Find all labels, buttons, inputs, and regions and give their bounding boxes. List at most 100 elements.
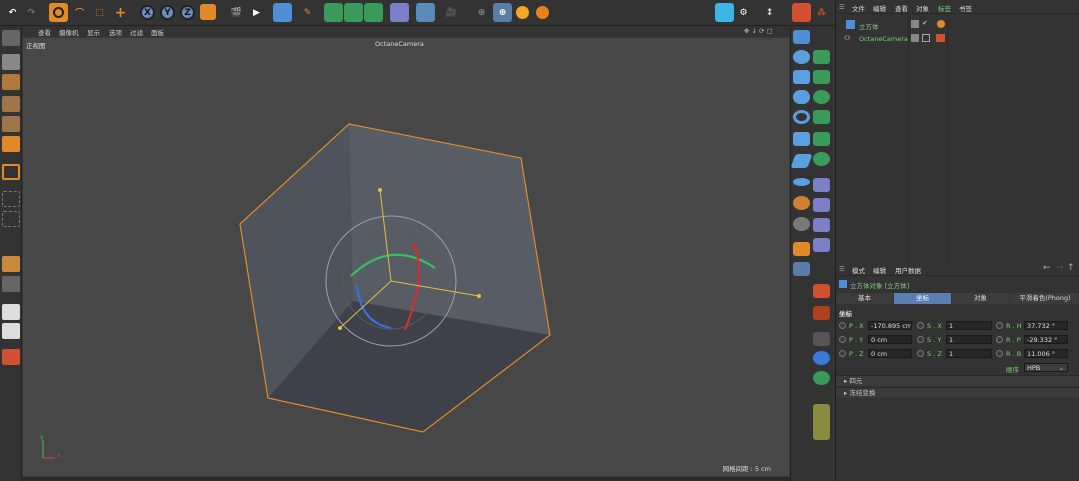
cube-object-icon[interactable] [793, 30, 810, 44]
cone-object-icon[interactable] [813, 50, 830, 64]
figure-object-icon[interactable] [813, 132, 830, 146]
visibility-icon[interactable] [911, 20, 919, 28]
py-field[interactable]: 0 cm [868, 335, 912, 344]
visibility-icon[interactable] [911, 34, 919, 42]
px-field[interactable]: -170.895 cm [868, 321, 912, 330]
sort-icon[interactable]: ↕ [760, 3, 779, 22]
render-view-icon[interactable]: ▶ [247, 3, 266, 22]
oil-tank-icon[interactable] [813, 152, 830, 166]
back-arrow-icon[interactable]: ← [1043, 263, 1051, 273]
workplane-icon[interactable]: ⊕ [472, 3, 491, 22]
cylinder-object-icon[interactable] [793, 70, 810, 84]
tab-object[interactable]: 对象 [952, 293, 1009, 304]
disc-object-icon[interactable] [793, 178, 810, 186]
polygons-mode-icon[interactable] [2, 136, 20, 152]
download-icon[interactable] [813, 332, 830, 346]
octane-camera-tag-icon[interactable] [936, 34, 945, 42]
subdivision-icon[interactable] [324, 3, 343, 22]
enabled-check-icon[interactable]: ✔ [922, 19, 928, 27]
render-region-icon[interactable]: 🎬 [227, 3, 246, 22]
section-freeze-transform[interactable]: ▸ 冻结变换 [836, 387, 1079, 398]
sky-object-icon[interactable] [793, 196, 810, 210]
axis-z-button[interactable]: Z [178, 3, 197, 22]
lasso-select-icon[interactable]: ⌒ [70, 3, 89, 22]
rb-animate-dot[interactable] [996, 350, 1003, 357]
material-tag-icon[interactable] [813, 284, 830, 298]
rp-field[interactable]: -29.332 ° [1024, 335, 1068, 344]
objmenu-edit[interactable]: 编辑 [873, 3, 886, 13]
snap-globe-icon[interactable]: ⊕ [493, 3, 512, 22]
phong-tag-icon[interactable] [813, 306, 830, 320]
pyramid-object-icon[interactable] [813, 110, 830, 124]
viewport-menu-options[interactable]: 选项 [109, 27, 122, 37]
ffd-deformer-icon[interactable] [813, 218, 830, 232]
qr-icon[interactable] [813, 351, 830, 365]
rp-animate-dot[interactable] [996, 336, 1003, 343]
objmenu-object[interactable]: 对象 [916, 3, 929, 13]
rb-field[interactable]: 11.006 ° [1024, 349, 1068, 358]
document-icon[interactable] [2, 304, 20, 320]
object-row-cube[interactable]: 立方体 ✔ [836, 18, 1079, 32]
pz-field[interactable]: 0 cm [868, 349, 912, 358]
sky-selected-icon[interactable] [793, 217, 810, 231]
torus-object-icon[interactable] [793, 110, 810, 124]
attrmenu-mode[interactable]: 模式 [852, 265, 865, 275]
object-row-camera[interactable]: ⚇ OctaneCamera [836, 32, 1079, 46]
py-animate-dot[interactable] [839, 336, 846, 343]
sz-animate-dot[interactable] [917, 350, 924, 357]
pz-animate-dot[interactable] [839, 350, 846, 357]
edges-mode-icon[interactable] [2, 116, 20, 132]
sz-field[interactable]: 1 [946, 349, 992, 358]
layer-icon[interactable] [2, 323, 20, 339]
deformer-icon[interactable] [390, 3, 409, 22]
sy-field[interactable]: 1 [946, 335, 992, 344]
hemisphere-object-icon[interactable] [813, 90, 830, 104]
physical-sky-icon[interactable] [793, 242, 810, 256]
axis-x-button[interactable]: X [138, 3, 157, 22]
section-quaternion[interactable]: ▸ 四元 [836, 375, 1079, 386]
bend-deformer-icon[interactable] [813, 178, 830, 192]
sx-animate-dot[interactable] [917, 322, 924, 329]
pen-spline-icon[interactable]: ✎ [298, 3, 317, 22]
cube-icon[interactable] [273, 3, 292, 22]
menu-grip-icon[interactable]: ☰ [839, 265, 845, 273]
tweak-icon[interactable] [2, 276, 20, 292]
tab-coordinates[interactable]: 坐标 [894, 293, 951, 304]
px-animate-dot[interactable] [839, 322, 846, 329]
texture-mode-icon[interactable] [2, 74, 20, 90]
xpresso-icon[interactable] [813, 404, 830, 440]
xyz-script-icon[interactable]: ⁂ [812, 3, 831, 22]
settings-gear-icon[interactable]: ⚙ [734, 3, 753, 22]
undo-icon[interactable]: ↶ [3, 3, 22, 22]
sy-animate-dot[interactable] [917, 336, 924, 343]
attrmenu-edit[interactable]: 编辑 [873, 265, 886, 275]
model-mode-icon[interactable] [2, 54, 20, 70]
floor-scene-icon[interactable] [416, 3, 435, 22]
menu-grip-icon[interactable]: ☰ [839, 3, 845, 11]
tube-object-icon[interactable] [793, 132, 810, 146]
light-icon[interactable] [793, 262, 810, 276]
octane-sun-icon[interactable] [513, 3, 532, 22]
python-script-icon[interactable] [792, 3, 811, 22]
extrude-generator-icon[interactable] [344, 3, 363, 22]
array-generator-icon[interactable] [364, 3, 383, 22]
protection-tag-icon[interactable] [922, 34, 930, 42]
lattice-deformer-icon[interactable] [813, 238, 830, 252]
rh-animate-dot[interactable] [996, 322, 1003, 329]
viewport-menu-camera[interactable]: 摄像机 [59, 27, 79, 37]
folder-icon[interactable] [2, 349, 20, 365]
objmenu-tags[interactable]: 标签 [938, 3, 951, 13]
sphere-object-icon[interactable] [793, 50, 810, 64]
move-icon[interactable]: + [111, 3, 130, 22]
attrmenu-userdata[interactable]: 用户数据 [895, 265, 921, 275]
snap-icon[interactable] [2, 191, 20, 207]
sx-field[interactable]: 1 [946, 321, 992, 330]
tab-phong[interactable]: 平滑着色(Phong) [1010, 293, 1079, 304]
objmenu-bookmarks[interactable]: 书签 [959, 3, 972, 13]
viewport-menu-view[interactable]: 查看 [38, 27, 51, 37]
viewport-menu-display[interactable]: 显示 [87, 27, 100, 37]
viewport[interactable]: 正视图 OctaneCamera y x 网格间距 : 5 cm [22, 37, 790, 477]
mograph-icon[interactable] [813, 371, 830, 385]
octane-live-viewer-icon[interactable] [715, 3, 734, 22]
brush-icon[interactable] [2, 256, 20, 272]
